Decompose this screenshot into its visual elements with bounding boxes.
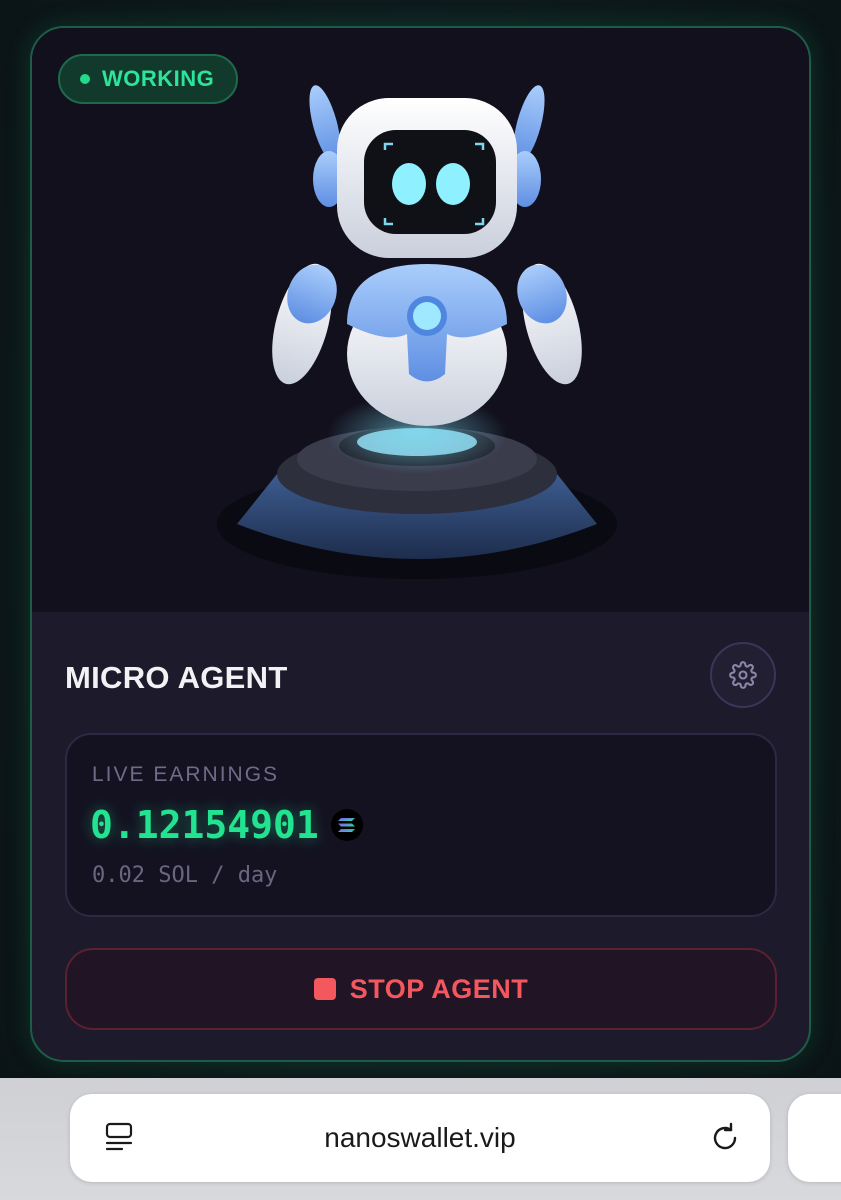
settings-button[interactable] [710, 642, 776, 708]
stop-icon [313, 978, 336, 1000]
earnings-value-row: 0.12154901 [90, 803, 363, 847]
reload-icon[interactable] [708, 1121, 742, 1155]
stop-agent-button[interactable]: STOP AGENT [65, 948, 777, 1030]
page: WORKING MICRO AGENT LIVE EARNINGS 0.1215… [0, 0, 841, 1200]
next-tab-preview[interactable] [788, 1094, 841, 1182]
agent-card: WORKING MICRO AGENT LIVE EARNINGS 0.1215… [30, 26, 811, 1062]
url-field[interactable]: nanoswallet.vip [70, 1094, 770, 1182]
earnings-label: LIVE EARNINGS [92, 763, 280, 786]
earnings-rate: 0.02 SOL / day [92, 863, 278, 888]
live-earnings-panel: LIVE EARNINGS 0.12154901 0.02 SOL / day [65, 733, 777, 917]
stop-agent-label: STOP AGENT [349, 973, 529, 1004]
status-text: WORKING [102, 66, 215, 91]
agent-title: MICRO AGENT [65, 660, 288, 695]
url-text: nanoswallet.vip [324, 1122, 516, 1153]
status-badge: WORKING [58, 54, 239, 104]
earnings-value: 0.12154901 [90, 803, 319, 847]
browser-address-bar: nanoswallet.vip [0, 1078, 841, 1200]
robot-illustration [217, 85, 617, 579]
agent-hero: WORKING [32, 28, 809, 612]
status-dot [80, 74, 90, 84]
solana-icon [330, 809, 363, 841]
gear-icon [729, 661, 757, 689]
